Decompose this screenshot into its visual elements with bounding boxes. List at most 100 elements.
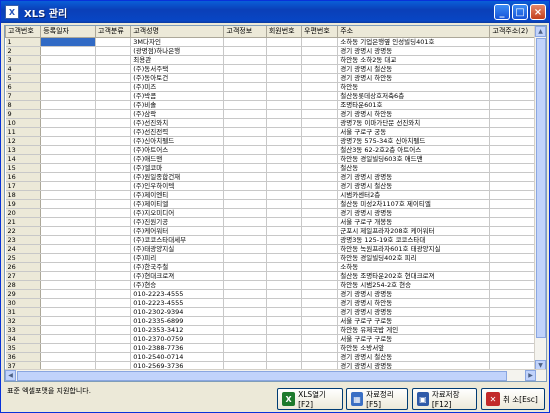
- address-cell[interactable]: 서울 구로구 궁동: [337, 127, 491, 137]
- table-row[interactable]: 3최용관하안동 소하2동 대교02-: [5, 55, 546, 65]
- address-cell[interactable]: 경기 광명시 광명동: [337, 172, 491, 182]
- customer-name-cell[interactable]: 010-2353-3412: [130, 325, 225, 335]
- member-no-cell[interactable]: [266, 118, 303, 128]
- category-cell[interactable]: [95, 262, 132, 272]
- reg-date-cell[interactable]: [40, 109, 97, 119]
- row-number-cell[interactable]: 23: [5, 235, 42, 245]
- address2-cell[interactable]: [489, 73, 541, 83]
- address-cell[interactable]: 소하동 기업은행옆 인성빌딩401호: [337, 37, 491, 47]
- customer-info-cell[interactable]: [223, 217, 267, 227]
- zip-cell[interactable]: [301, 37, 339, 47]
- zip-cell[interactable]: [301, 280, 339, 290]
- category-cell[interactable]: [95, 271, 132, 281]
- reg-date-cell[interactable]: [40, 118, 97, 128]
- member-no-cell[interactable]: [266, 235, 303, 245]
- customer-name-cell[interactable]: (주)선진전력: [130, 127, 225, 137]
- row-number-cell[interactable]: 18: [5, 190, 42, 200]
- reg-date-cell[interactable]: [40, 271, 97, 281]
- member-no-cell[interactable]: [266, 226, 303, 236]
- col-header-customer-name[interactable]: 고객성명: [130, 26, 225, 38]
- customer-info-cell[interactable]: [223, 181, 267, 191]
- zip-cell[interactable]: [301, 109, 339, 119]
- member-no-cell[interactable]: [266, 280, 303, 290]
- row-number-cell[interactable]: 2: [5, 46, 42, 56]
- col-header-customer-no[interactable]: 고객번호: [5, 26, 42, 38]
- address2-cell[interactable]: [489, 226, 541, 236]
- zip-cell[interactable]: [301, 163, 339, 173]
- row-number-cell[interactable]: 30: [5, 298, 42, 308]
- address-cell[interactable]: 서울 구로구 개봉동: [337, 217, 491, 227]
- table-row[interactable]: 21(주)진원기공서울 구로구 개봉동02-: [5, 217, 546, 227]
- address-cell[interactable]: 하안동 경일빌딩402호 피리: [337, 253, 491, 263]
- row-number-cell[interactable]: 29: [5, 289, 42, 299]
- customer-name-cell[interactable]: (주)태광양지실: [130, 244, 225, 254]
- reg-date-cell[interactable]: [40, 127, 97, 137]
- category-cell[interactable]: [95, 91, 132, 101]
- member-no-cell[interactable]: [266, 298, 303, 308]
- address-cell[interactable]: 경기 광명시 광명동: [337, 307, 491, 317]
- customer-name-cell[interactable]: 최용관: [130, 55, 225, 65]
- zip-cell[interactable]: [301, 208, 339, 218]
- customer-name-cell[interactable]: (주)신아치펠드: [130, 136, 225, 146]
- customer-info-cell[interactable]: [223, 172, 267, 182]
- address-cell[interactable]: 하안동: [337, 82, 491, 92]
- table-row[interactable]: 18(주)제이엔티시범카센터2층02-: [5, 190, 546, 200]
- table-row[interactable]: 26(주)한국주철소하동02-: [5, 262, 546, 272]
- row-number-cell[interactable]: 32: [5, 316, 42, 326]
- reg-date-cell[interactable]: [40, 190, 97, 200]
- address2-cell[interactable]: [489, 271, 541, 281]
- customer-name-cell[interactable]: 010-2335-6899: [130, 316, 225, 326]
- zip-cell[interactable]: [301, 136, 339, 146]
- row-number-cell[interactable]: 13: [5, 145, 42, 155]
- table-row[interactable]: 28(주)현승하안동 시범254-2호 현승02-: [5, 280, 546, 290]
- address-cell[interactable]: 군포시 제일프라자208호 케어워터: [337, 226, 491, 236]
- row-number-cell[interactable]: 33: [5, 325, 42, 335]
- zip-cell[interactable]: [301, 46, 339, 56]
- table-row[interactable]: 30 010-2223-4555 경기 광명시 하안동: [5, 298, 546, 308]
- customer-name-cell[interactable]: 010-2223-4555: [130, 298, 225, 308]
- customer-info-cell[interactable]: [223, 352, 267, 362]
- col-header-zip[interactable]: 우편번호: [301, 26, 339, 38]
- data-save-button[interactable]: ▣ 자료저장[F12]: [412, 388, 477, 410]
- address-cell[interactable]: 경기 광명시 철산동: [337, 352, 491, 362]
- reg-date-cell[interactable]: [40, 352, 97, 362]
- table-row[interactable]: 27(주)현대크로져철산동 조명타운202호 현대크로져02-: [5, 271, 546, 281]
- reg-date-cell[interactable]: [40, 82, 97, 92]
- reg-date-cell[interactable]: [40, 325, 97, 335]
- category-cell[interactable]: [95, 199, 132, 209]
- customer-name-cell[interactable]: (주)코코스타대세부: [130, 235, 225, 245]
- customer-name-cell[interactable]: (주)애드맨: [130, 154, 225, 164]
- address2-cell[interactable]: [489, 208, 541, 218]
- row-number-cell[interactable]: 12: [5, 136, 42, 146]
- address2-cell[interactable]: [489, 352, 541, 362]
- category-cell[interactable]: [95, 145, 132, 155]
- category-cell[interactable]: [95, 334, 132, 344]
- member-no-cell[interactable]: [266, 109, 303, 119]
- member-no-cell[interactable]: [266, 253, 303, 263]
- address-cell[interactable]: 경기 광명시 철산동: [337, 64, 491, 74]
- customer-name-cell[interactable]: (주)한국주철: [130, 262, 225, 272]
- category-cell[interactable]: [95, 118, 132, 128]
- member-no-cell[interactable]: [266, 325, 303, 335]
- table-row[interactable]: 20(주)지오미디어경기 광명시 광명동02-: [5, 208, 546, 218]
- member-no-cell[interactable]: [266, 208, 303, 218]
- customer-info-cell[interactable]: [223, 298, 267, 308]
- customer-info-cell[interactable]: [223, 244, 267, 254]
- customer-info-cell[interactable]: [223, 235, 267, 245]
- member-no-cell[interactable]: [266, 37, 303, 47]
- member-no-cell[interactable]: [266, 289, 303, 299]
- table-row[interactable]: 29 010-2223-4555 경기 광명시 광명동: [5, 289, 546, 299]
- address2-cell[interactable]: [489, 343, 541, 353]
- address-cell[interactable]: 경기 광명시 하안동: [337, 298, 491, 308]
- customer-info-cell[interactable]: [223, 226, 267, 236]
- table-row[interactable]: 4(주)동서주택경기 광명시 철산동02-: [5, 64, 546, 74]
- table-row[interactable]: 33 010-2353-3412 하안동 유제국밥 게인: [5, 325, 546, 335]
- customer-name-cell[interactable]: (주)선진와치: [130, 118, 225, 128]
- zip-cell[interactable]: [301, 91, 339, 101]
- address-cell[interactable]: 경기 광명시 철산동: [337, 181, 491, 191]
- zip-cell[interactable]: [301, 343, 339, 353]
- address2-cell[interactable]: [489, 190, 541, 200]
- table-row[interactable]: 22(주)케어워터군포시 제일프라자208호 케어워터031-: [5, 226, 546, 236]
- customer-name-cell[interactable]: 010-2540-0714: [130, 352, 225, 362]
- address2-cell[interactable]: [489, 100, 541, 110]
